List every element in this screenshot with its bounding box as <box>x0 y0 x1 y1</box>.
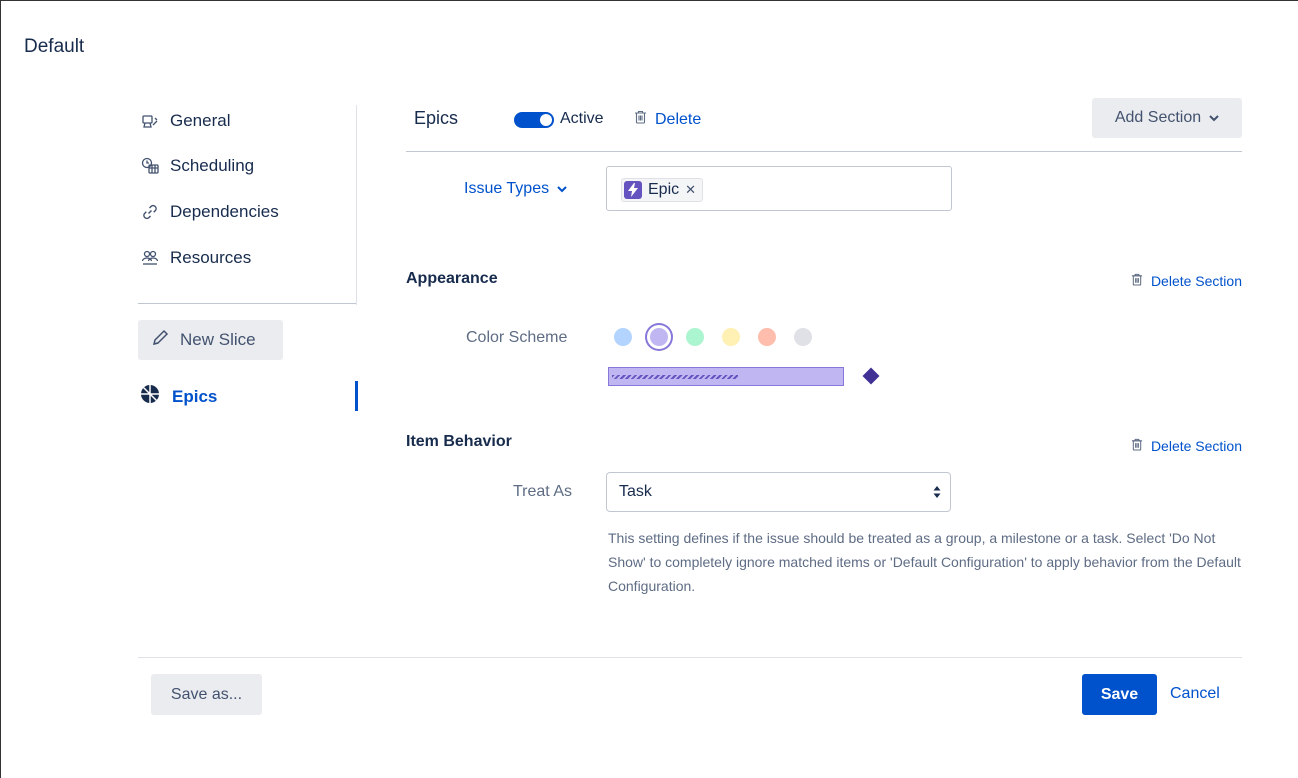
trash-icon <box>1131 438 1143 454</box>
treat-as-label: Treat As <box>513 483 572 500</box>
color-scheme-label: Color Scheme <box>466 329 568 346</box>
sidebar-item-label: Dependencies <box>170 202 279 221</box>
settings-sliders-icon <box>140 111 160 131</box>
sidebar-item-label: General <box>170 111 231 130</box>
lightning-icon <box>624 181 642 199</box>
cancel-button[interactable]: Cancel <box>1170 685 1220 703</box>
pencil-icon <box>150 328 170 353</box>
issue-type-chip: Epic ✕ <box>621 178 704 202</box>
people-icon <box>140 248 160 268</box>
delete-appearance-section[interactable]: Delete Section <box>1131 273 1242 289</box>
delete-slice-link[interactable]: Delete <box>634 110 701 129</box>
slice-name: Epics <box>414 108 459 128</box>
issue-types-label: Issue Types <box>464 180 550 197</box>
sidebar-item-dependencies[interactable]: Dependencies <box>140 202 279 222</box>
color-swatch[interactable] <box>722 328 740 346</box>
delete-section-label: Delete Section <box>1150 273 1242 289</box>
new-slice-button[interactable]: New Slice <box>138 320 283 360</box>
add-section-label: Add Section <box>1114 109 1202 126</box>
add-section-button[interactable]: Add Section <box>1092 98 1242 138</box>
sidebar-item-label: Scheduling <box>170 156 255 175</box>
pie-slice-icon <box>140 384 160 409</box>
slice-header: Epics Active Delete Add Section <box>406 98 1242 152</box>
issue-types-input[interactable]: Epic ✕ <box>606 166 952 211</box>
chevron-down-icon <box>557 180 567 198</box>
item-behavior-title: Item Behavior <box>406 433 512 450</box>
sidebar-item-general[interactable]: General <box>140 111 230 131</box>
color-swatch[interactable] <box>758 328 776 346</box>
treat-as-help-text: This setting defines if the issue should… <box>608 530 1241 594</box>
select-arrows-icon <box>932 483 942 501</box>
sidebar-item-scheduling[interactable]: Scheduling <box>140 156 254 176</box>
footer-divider <box>138 657 1242 658</box>
sidebar-slice-epics[interactable]: Epics <box>140 384 217 409</box>
chip-label: Epic <box>648 181 680 198</box>
slice-label: Epics <box>172 386 218 406</box>
trash-icon <box>1131 273 1143 289</box>
link-icon <box>140 202 160 222</box>
sidebar-item-label: Resources <box>170 248 252 267</box>
treat-as-select[interactable]: Task <box>606 472 951 512</box>
bar-preview <box>608 367 844 386</box>
calendar-clock-icon <box>140 156 160 176</box>
color-swatch[interactable] <box>686 328 704 346</box>
active-toggle[interactable] <box>514 112 554 128</box>
treat-as-value: Task <box>619 483 652 500</box>
save-as-button[interactable]: Save as... <box>151 674 262 715</box>
sidebar-divider-vertical <box>356 105 357 305</box>
trash-icon <box>634 110 647 129</box>
chevron-down-icon <box>1209 109 1219 127</box>
remove-chip-icon[interactable]: ✕ <box>685 182 696 198</box>
sidebar-item-resources[interactable]: Resources <box>140 248 251 268</box>
color-swatch[interactable] <box>794 328 812 346</box>
delete-section-label: Delete Section <box>1150 438 1242 454</box>
color-swatches <box>614 328 812 346</box>
color-swatch[interactable] <box>614 328 632 346</box>
active-label: Active <box>560 110 604 127</box>
sidebar-divider <box>138 303 356 304</box>
new-slice-label: New Slice <box>180 330 256 349</box>
delete-item-behavior-section[interactable]: Delete Section <box>1131 438 1242 454</box>
issue-types-dropdown[interactable]: Issue Types <box>464 180 567 198</box>
delete-label: Delete <box>655 110 702 128</box>
save-button[interactable]: Save <box>1082 674 1157 715</box>
active-indicator <box>355 381 358 411</box>
color-swatch-selected[interactable] <box>650 328 668 346</box>
page-title: Default <box>24 36 85 57</box>
progress-hatch <box>612 375 738 379</box>
appearance-title: Appearance <box>406 270 498 287</box>
